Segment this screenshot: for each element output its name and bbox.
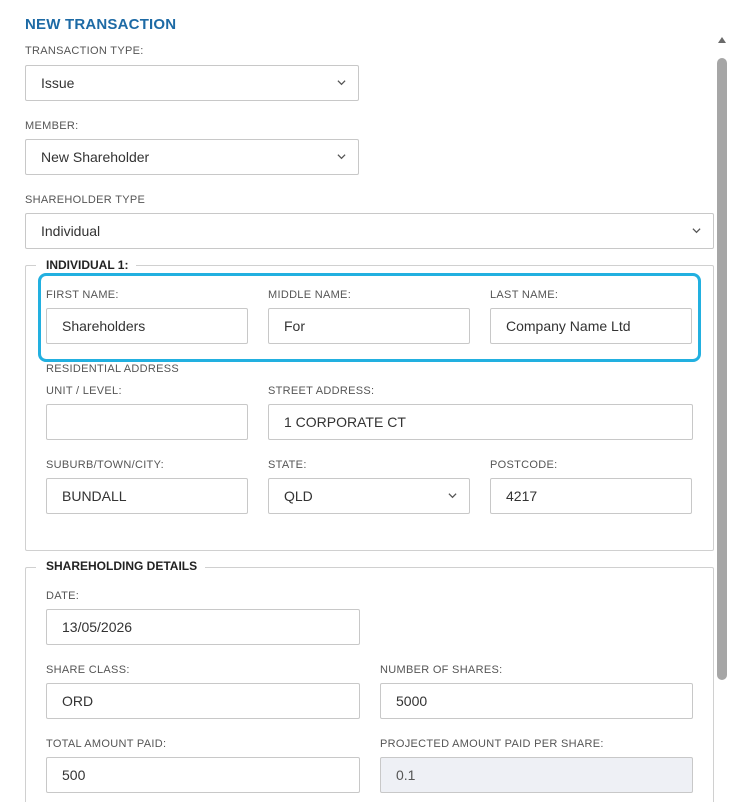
residential-address-label: RESIDENTIAL ADDRESS [46,363,180,375]
postcode-field[interactable]: 4217 [490,478,692,514]
shareholding-legend: SHAREHOLDING DETAILS [36,559,206,573]
projected-amount-field: 0.1 [380,757,693,793]
member-select[interactable]: New Shareholder [25,139,359,175]
street-address-field[interactable]: 1 CORPORATE CT [268,404,693,440]
chevron-down-icon [448,491,457,500]
state-value: QLD [284,488,313,504]
scrollbar-thumb[interactable] [717,58,727,680]
member-label: MEMBER: [25,120,79,132]
date-field[interactable]: 13/05/2026 [46,609,360,645]
individual-legend: INDIVIDUAL 1: [36,258,137,272]
unit-level-field[interactable] [46,404,248,440]
state-label: STATE: [268,459,307,471]
vertical-scrollbar[interactable] [716,34,728,802]
shareholder-type-label: SHAREHOLDER TYPE [25,194,146,206]
total-amount-paid-label: TOTAL AMOUNT PAID: [46,738,167,750]
shareholder-type-select[interactable]: Individual [25,213,714,249]
date-label: DATE: [46,590,80,602]
transaction-type-value: Issue [41,75,75,91]
name-fields-highlight [38,273,701,362]
chevron-down-icon [337,78,346,87]
shareholder-type-value: Individual [41,223,101,239]
scroll-up-arrow-icon[interactable] [718,37,726,43]
page-title: NEW TRANSACTION [25,16,177,33]
chevron-down-icon [337,152,346,161]
suburb-field[interactable]: BUNDALL [46,478,248,514]
total-amount-paid-field[interactable]: 500 [46,757,360,793]
share-class-label: SHARE CLASS: [46,664,130,676]
projected-amount-label: PROJECTED AMOUNT PAID PER SHARE: [380,738,604,750]
suburb-label: SUBURB/TOWN/CITY: [46,459,164,471]
unit-level-label: UNIT / LEVEL: [46,385,122,397]
transaction-type-label: TRANSACTION TYPE: [25,45,144,57]
postcode-label: POSTCODE: [490,459,558,471]
share-class-field[interactable]: ORD [46,683,360,719]
transaction-type-select[interactable]: Issue [25,65,359,101]
number-of-shares-label: NUMBER OF SHARES: [380,664,503,676]
chevron-down-icon [692,226,701,235]
street-address-label: STREET ADDRESS: [268,385,375,397]
number-of-shares-field[interactable]: 5000 [380,683,693,719]
state-select[interactable]: QLD [268,478,470,514]
member-value: New Shareholder [41,149,150,165]
